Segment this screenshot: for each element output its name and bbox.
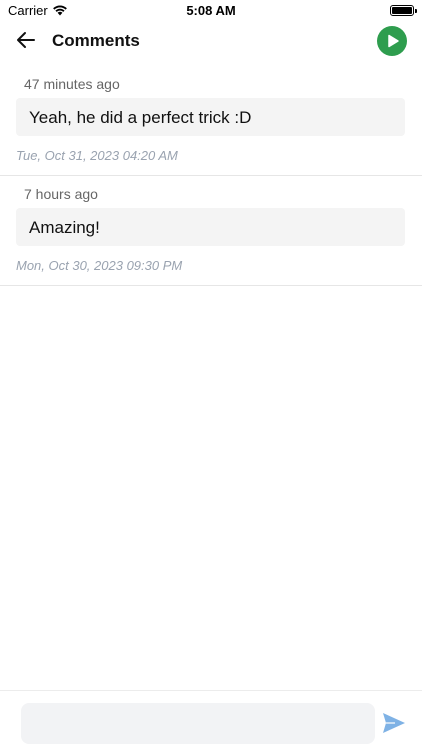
send-icon[interactable] xyxy=(382,712,406,734)
battery-icon xyxy=(390,5,417,16)
app-header: Comments xyxy=(0,22,422,60)
comment-list: 47 minutes ago Yeah, he did a perfect tr… xyxy=(0,66,422,286)
comment-item: 7 hours ago Amazing! Mon, Oct 30, 2023 0… xyxy=(0,176,422,286)
status-bar: Carrier 5:08 AM xyxy=(0,0,422,22)
comment-relative-time: 47 minutes ago xyxy=(24,76,120,92)
comment-timestamp: Tue, Oct 31, 2023 04:20 AM xyxy=(16,148,178,163)
comment-timestamp: Mon, Oct 30, 2023 09:30 PM xyxy=(16,258,183,273)
comment-text: Yeah, he did a perfect trick :D xyxy=(29,108,252,127)
play-icon xyxy=(388,34,399,48)
status-time: 5:08 AM xyxy=(186,3,236,18)
back-arrow-icon[interactable] xyxy=(14,28,38,52)
comment-composer xyxy=(0,690,422,750)
comment-text: Amazing! xyxy=(29,218,100,237)
play-button[interactable] xyxy=(377,26,407,56)
comment-input[interactable] xyxy=(21,703,375,744)
page-title: Comments xyxy=(52,31,140,50)
comment-relative-time: 7 hours ago xyxy=(24,186,98,202)
comment-bubble: Yeah, he did a perfect trick :D xyxy=(16,98,405,136)
comment-item: 47 minutes ago Yeah, he did a perfect tr… xyxy=(0,66,422,176)
comment-bubble: Amazing! xyxy=(16,208,405,246)
